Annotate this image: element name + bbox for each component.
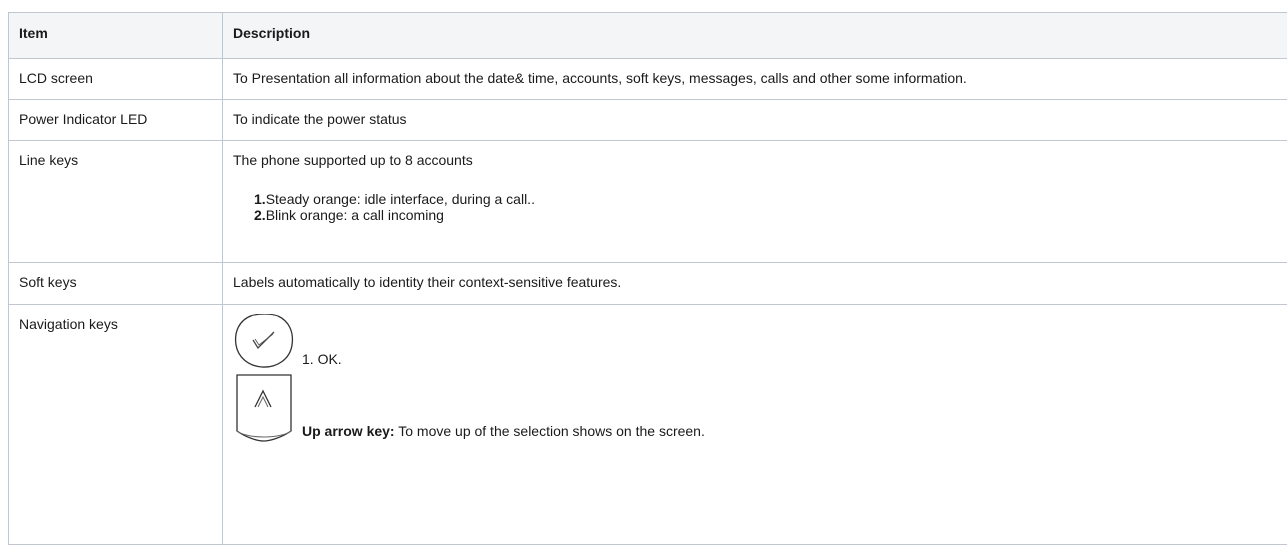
cell-item-lcd-screen: LCD screen bbox=[9, 59, 223, 100]
list-item-text: Steady orange: idle interface, during a … bbox=[266, 191, 535, 207]
list-item: 2.Blink orange: a call incoming bbox=[254, 207, 1277, 223]
ok-key-label: 1. OK. bbox=[302, 350, 342, 368]
table-row-navigation-keys: Navigation keys 1. OK. bbox=[9, 305, 1287, 545]
up-arrow-key-text: To move up of the selection shows on the… bbox=[395, 423, 705, 439]
cell-item-line-keys: Line keys bbox=[9, 141, 223, 263]
up-arrow-key-description: Up arrow key: To move up of the selectio… bbox=[302, 422, 705, 440]
cell-description-soft-keys: Labels automatically to identity their c… bbox=[223, 263, 1287, 305]
key-description-table: Item Description LCD screen To Presentat… bbox=[8, 12, 1287, 545]
header-description: Description bbox=[223, 13, 1287, 59]
cell-description-navigation-keys: 1. OK. Up arrow key: To move up of the s… bbox=[223, 305, 1287, 545]
cell-description-line-keys: The phone supported up to 8 accounts 1.S… bbox=[223, 141, 1287, 263]
up-arrow-key-icon bbox=[233, 373, 295, 445]
ok-key-icon bbox=[233, 314, 295, 370]
table-row-power-indicator: Power Indicator LED To indicate the powe… bbox=[9, 100, 1287, 141]
up-arrow-key-label: Up arrow key: bbox=[302, 423, 395, 439]
list-item-number: 1. bbox=[254, 191, 266, 207]
line-keys-intro: The phone supported up to 8 accounts bbox=[233, 151, 1277, 169]
cell-description-lcd-screen: To Presentation all information about th… bbox=[223, 59, 1287, 100]
table-row-line-keys: Line keys The phone supported up to 8 ac… bbox=[9, 141, 1287, 263]
list-item-number: 2. bbox=[254, 207, 266, 223]
table-header-row: Item Description bbox=[9, 13, 1287, 59]
cell-item-power-indicator: Power Indicator LED bbox=[9, 100, 223, 141]
key-description-table-wrapper: Item Description LCD screen To Presentat… bbox=[8, 12, 1287, 545]
table-row-soft-keys: Soft keys Labels automatically to identi… bbox=[9, 263, 1287, 305]
list-item: 1.Steady orange: idle interface, during … bbox=[254, 191, 1277, 207]
cell-item-navigation-keys: Navigation keys bbox=[9, 305, 223, 545]
table-row-lcd-screen: LCD screen To Presentation all informati… bbox=[9, 59, 1287, 100]
navigation-keys-block: 1. OK. Up arrow key: To move up of the s… bbox=[233, 315, 1277, 535]
list-item-text: Blink orange: a call incoming bbox=[266, 207, 444, 223]
header-item: Item bbox=[9, 13, 223, 59]
cell-item-soft-keys: Soft keys bbox=[9, 263, 223, 305]
line-keys-list: 1.Steady orange: idle interface, during … bbox=[254, 191, 1277, 223]
cell-description-power-indicator: To indicate the power status bbox=[223, 100, 1287, 141]
